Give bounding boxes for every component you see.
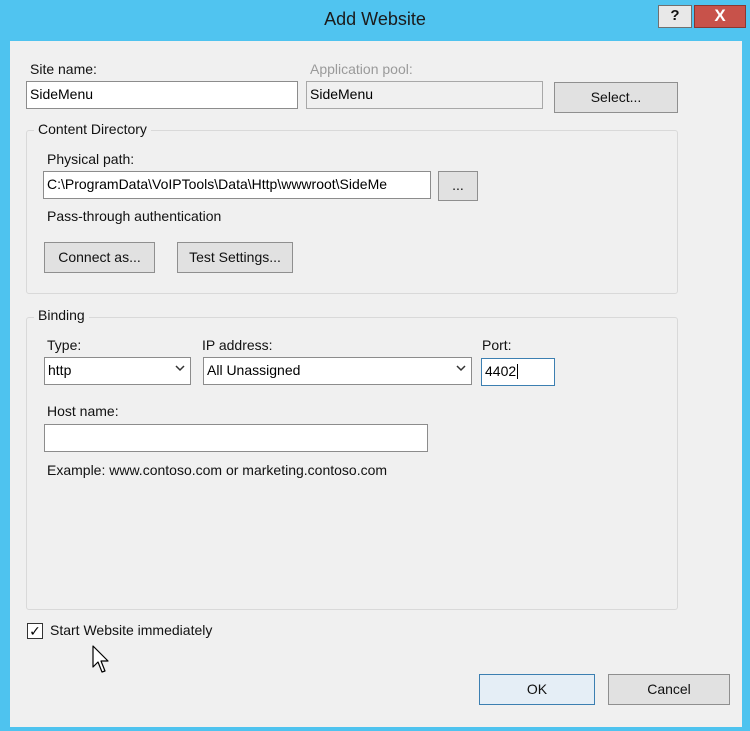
close-button[interactable]: X: [694, 5, 746, 28]
close-icon: X: [714, 6, 726, 25]
binding-title: Binding: [34, 307, 89, 323]
port-input[interactable]: 4402: [481, 358, 555, 386]
window-title: Add Website: [324, 9, 426, 29]
ip-address-select-value: All Unassigned: [207, 362, 301, 378]
start-immediately-checkbox[interactable]: ✓: [27, 623, 43, 639]
chevron-down-icon: [174, 362, 186, 377]
type-select-value: http: [48, 362, 72, 378]
physical-path-label: Physical path:: [47, 151, 135, 167]
port-label: Port:: [482, 337, 512, 353]
ip-address-label: IP address:: [202, 337, 273, 353]
start-immediately-label[interactable]: Start Website immediately: [50, 622, 212, 638]
checkmark-icon: ✓: [29, 623, 41, 639]
mouse-pointer-icon: [92, 645, 112, 678]
host-name-input[interactable]: [44, 424, 428, 452]
passthrough-auth-label: Pass-through authentication: [47, 208, 222, 224]
cancel-button[interactable]: Cancel: [608, 674, 730, 705]
connect-as-button[interactable]: Connect as...: [44, 242, 155, 273]
site-name-input[interactable]: SideMenu: [26, 81, 298, 109]
ip-address-select[interactable]: All Unassigned: [203, 357, 472, 385]
add-website-window: Add Website ? X Site name: SideMenu Appl…: [0, 0, 750, 731]
host-name-example: Example: www.contoso.com or marketing.co…: [47, 462, 388, 478]
site-name-label: Site name:: [30, 61, 97, 77]
test-settings-button[interactable]: Test Settings...: [177, 242, 293, 273]
select-pool-button[interactable]: Select...: [554, 82, 678, 113]
browse-path-button[interactable]: ...: [438, 171, 478, 201]
physical-path-input[interactable]: C:\ProgramData\VoIPTools\Data\Http\wwwro…: [43, 171, 431, 199]
content-directory-title: Content Directory: [34, 121, 151, 137]
type-select[interactable]: http: [44, 357, 191, 385]
application-pool-field: SideMenu: [306, 81, 543, 109]
title-bar[interactable]: Add Website ? X: [0, 0, 750, 40]
chevron-down-icon: [455, 362, 467, 377]
text-caret: [517, 364, 519, 379]
help-button[interactable]: ?: [658, 5, 692, 28]
dialog-body: Site name: SideMenu Application pool: Si…: [10, 41, 742, 727]
application-pool-label: Application pool:: [310, 61, 413, 77]
ok-button[interactable]: OK: [479, 674, 595, 705]
type-label: Type:: [47, 337, 82, 353]
host-name-label: Host name:: [47, 403, 119, 419]
port-value: 4402: [485, 363, 517, 379]
